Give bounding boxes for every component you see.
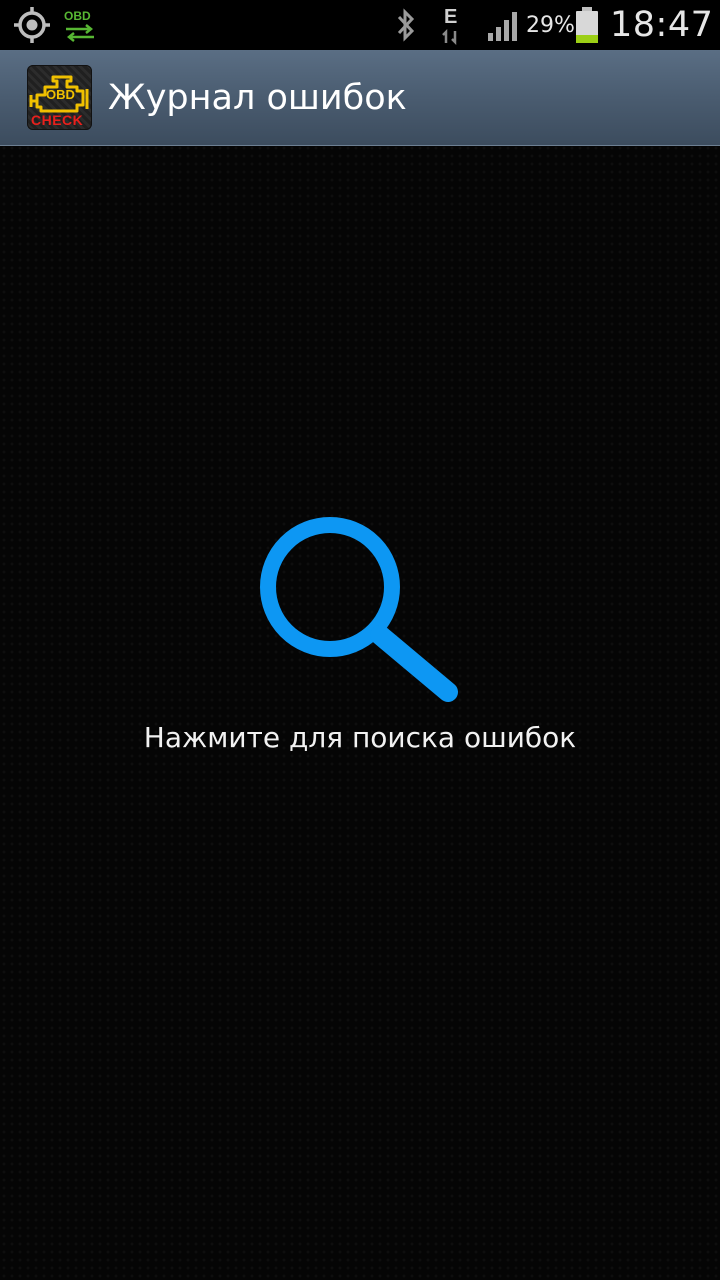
- obd-check-engine-icon[interactable]: OBD CHECK: [27, 65, 92, 130]
- status-bar: OBD E 29% 18:47: [0, 0, 720, 50]
- battery-icon: [575, 0, 599, 50]
- page-title: Журнал ошибок: [108, 78, 407, 118]
- screen: OBD E 29% 18:47 OBD CHECK Журнал ошибок …: [0, 0, 720, 1280]
- battery-percent: 29%: [526, 12, 575, 38]
- bluetooth-icon: [394, 0, 418, 50]
- obd-icon: OBD: [62, 0, 98, 50]
- network-type-icon: E: [440, 0, 470, 50]
- signal-strength-icon: [486, 0, 522, 50]
- search-button[interactable]: [255, 512, 465, 707]
- action-bar: OBD CHECK Журнал ошибок: [0, 50, 720, 146]
- app-icon-obd-text: OBD: [46, 87, 75, 102]
- app-icon-check-text: CHECK: [31, 112, 84, 128]
- network-type-label: E: [444, 6, 458, 28]
- search-icon: [260, 517, 458, 702]
- search-hint[interactable]: Нажмите для поиска ошибок: [0, 718, 720, 758]
- clock: 18:47: [610, 5, 714, 45]
- gps-icon: [12, 0, 52, 50]
- battery-fill: [576, 35, 598, 43]
- data-arrows-icon: [442, 29, 457, 45]
